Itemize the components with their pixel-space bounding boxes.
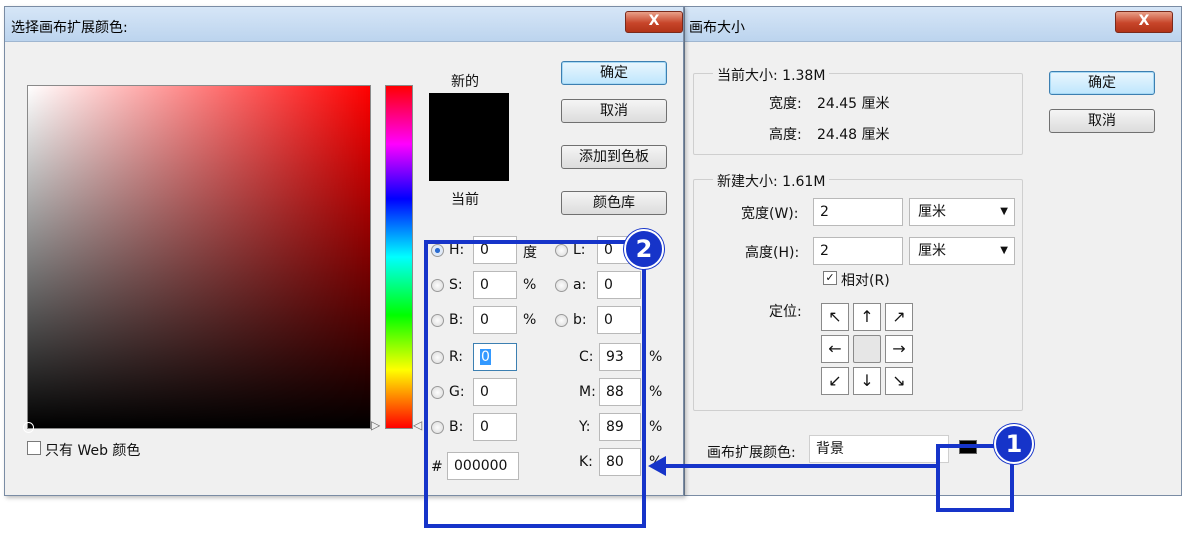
arrow-left-icon: ← xyxy=(828,339,842,358)
color-picker-ok-button[interactable]: 确定 xyxy=(561,61,667,85)
new-width-label: 宽度(W): xyxy=(741,206,799,222)
color-picker-cancel-button[interactable]: 取消 xyxy=(561,99,667,123)
annotation-box-2 xyxy=(424,240,646,528)
color-libraries-label: 颜色库 xyxy=(593,195,635,211)
new-height-label: 高度(H): xyxy=(745,245,800,261)
new-width-input[interactable]: 2 xyxy=(813,198,903,226)
canvas-size-dialog: 画布大小 X 当前大小: 1.38M 宽度: 24.45 厘米 高度: 24.4… xyxy=(684,6,1182,496)
web-only-checkbox[interactable] xyxy=(27,441,41,455)
arrow-down-icon: ↓ xyxy=(860,371,874,390)
close-icon: X xyxy=(1138,13,1150,29)
add-to-swatches-button[interactable]: 添加到色板 xyxy=(561,145,667,169)
new-width-value: 2 xyxy=(820,204,829,220)
anchor-left[interactable]: ← xyxy=(821,335,849,363)
canvas-size-ok-button[interactable]: 确定 xyxy=(1049,71,1155,95)
color-picker-title: 选择画布扩展颜色: xyxy=(11,20,128,36)
width-unit-value: 厘米 xyxy=(918,204,946,220)
anchor-top-left[interactable]: ↖ xyxy=(821,303,849,331)
cancel-label: 取消 xyxy=(600,103,628,119)
new-height-input[interactable]: 2 xyxy=(813,237,903,265)
color-picker-titlebar[interactable]: 选择画布扩展颜色: X xyxy=(5,7,683,42)
add-swatch-label: 添加到色板 xyxy=(579,149,649,165)
current-height-value: 24.48 厘米 xyxy=(817,127,890,143)
anchor-top[interactable]: ↑ xyxy=(853,303,881,331)
new-color-label: 新的 xyxy=(451,74,479,90)
annotation-arrow-head xyxy=(648,456,666,476)
current-width-value: 24.45 厘米 xyxy=(817,96,890,112)
badge-1-number: 1 xyxy=(1005,430,1023,458)
height-unit-select[interactable]: 厘米 ▼ xyxy=(909,237,1015,265)
arrow-down-right-icon: ↘ xyxy=(892,371,906,390)
canvas-size-cancel-button[interactable]: 取消 xyxy=(1049,109,1155,133)
anchor-right[interactable]: → xyxy=(885,335,913,363)
anchor-bottom[interactable]: ↓ xyxy=(853,367,881,395)
chevron-down-icon: ▼ xyxy=(1000,206,1008,217)
width-unit-select[interactable]: 厘米 ▼ xyxy=(909,198,1015,226)
anchor-bottom-right[interactable]: ↘ xyxy=(885,367,913,395)
canvas-size-close-button[interactable]: X xyxy=(1115,11,1173,33)
arrow-up-left-icon: ↖ xyxy=(828,307,842,326)
anchor-bottom-left[interactable]: ↙ xyxy=(821,367,849,395)
magenta-unit: % xyxy=(649,384,663,400)
canvas-size-title: 画布大小 xyxy=(689,20,745,36)
color-libraries-button[interactable]: 颜色库 xyxy=(561,191,667,215)
cancel-label: 取消 xyxy=(1088,113,1116,129)
yellow-unit: % xyxy=(649,419,663,435)
checkmark-icon: ✓ xyxy=(825,271,835,284)
arrow-right-icon: → xyxy=(892,339,906,358)
anchor-label: 定位: xyxy=(769,304,802,320)
annotation-arrow xyxy=(648,456,936,476)
chevron-down-icon: ▼ xyxy=(1000,245,1008,256)
hue-slider-right-handle[interactable]: ◁ xyxy=(413,418,422,432)
height-unit-value: 厘米 xyxy=(918,243,946,259)
color-field[interactable] xyxy=(23,85,371,433)
new-size-label: 新建大小: 1.61M xyxy=(713,171,830,191)
hue-slider[interactable] xyxy=(385,85,413,429)
arrow-up-right-icon: ↗ xyxy=(892,307,906,326)
color-field-cursor xyxy=(23,422,34,433)
current-size-label: 当前大小: 1.38M xyxy=(713,65,830,85)
current-width-label: 宽度: xyxy=(769,96,802,112)
color-picker-close-button[interactable]: X xyxy=(625,11,683,33)
anchor-top-right[interactable]: ↗ xyxy=(885,303,913,331)
cyan-unit: % xyxy=(649,349,663,365)
current-height-label: 高度: xyxy=(769,127,802,143)
new-color-preview xyxy=(429,93,509,137)
arrow-up-icon: ↑ xyxy=(860,307,874,326)
anchor-grid: ↖ ↑ ↗ ← → ↙ ↓ ↘ xyxy=(819,301,915,397)
anchor-center[interactable] xyxy=(853,335,881,363)
badge-2-number: 2 xyxy=(635,235,653,263)
canvas-size-titlebar[interactable]: 画布大小 X xyxy=(685,7,1181,42)
annotation-badge-1: 1 xyxy=(994,424,1034,464)
arrow-down-left-icon: ↙ xyxy=(828,371,842,390)
ok-label: 确定 xyxy=(1088,75,1116,91)
new-height-value: 2 xyxy=(820,243,829,259)
web-only-label: 只有 Web 颜色 xyxy=(45,443,141,459)
close-icon: X xyxy=(648,13,660,29)
annotation-badge-2: 2 xyxy=(624,229,664,269)
current-color-label: 当前 xyxy=(451,192,479,208)
current-color-preview[interactable] xyxy=(429,137,509,181)
relative-checkbox[interactable]: ✓ xyxy=(823,271,837,285)
ok-label: 确定 xyxy=(600,65,628,81)
hue-slider-left-handle[interactable]: ▷ xyxy=(371,418,380,432)
relative-label: 相对(R) xyxy=(841,273,890,289)
